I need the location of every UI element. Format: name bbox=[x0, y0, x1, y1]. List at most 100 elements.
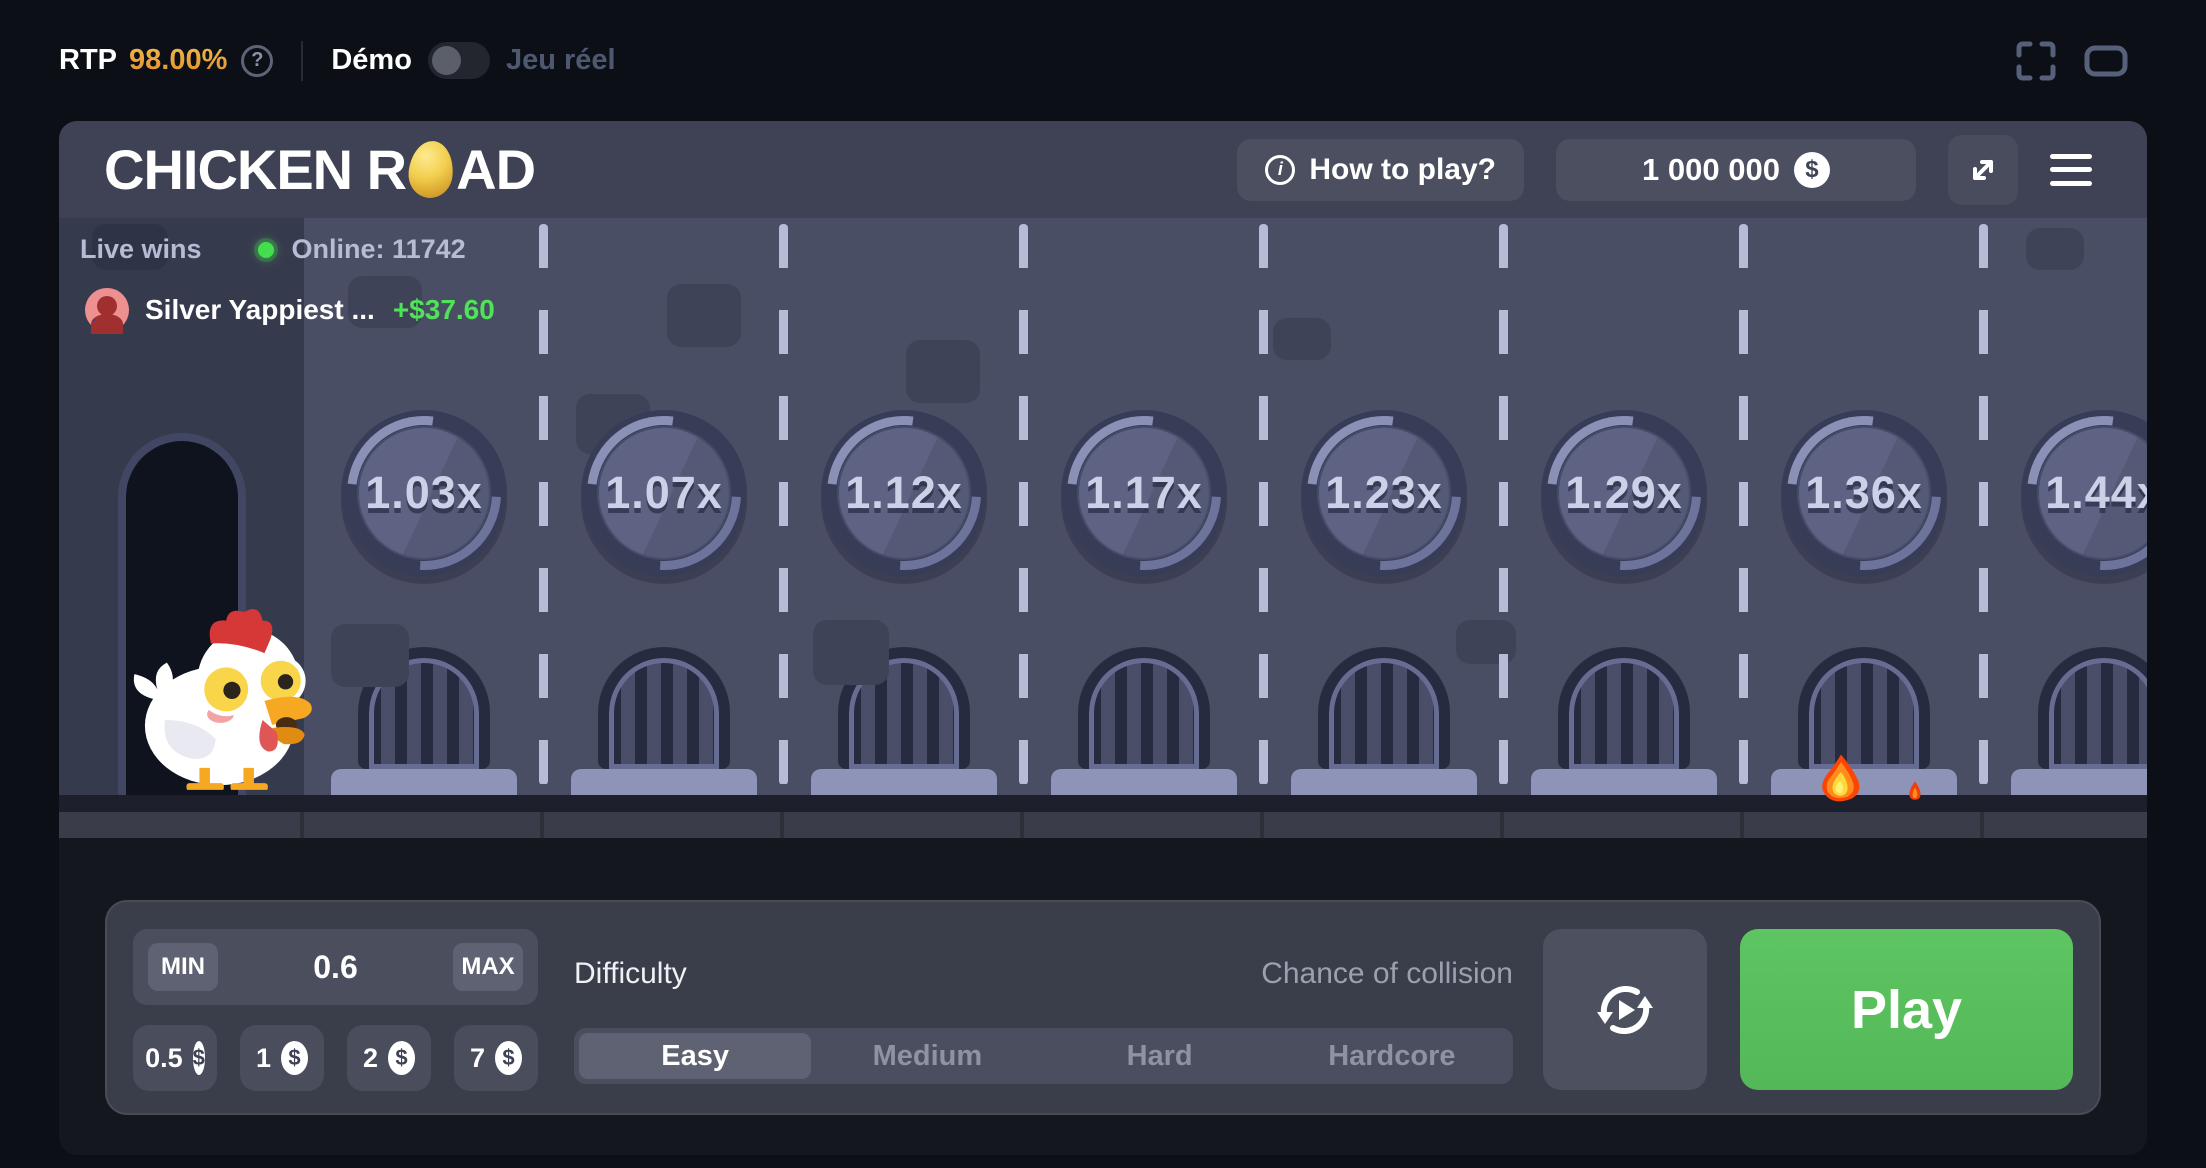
balance-display: 1 000 000 $ bbox=[1556, 139, 1916, 201]
bet-column: MIN 0.6 MAX 0.5$ 1$ 2$ 7$ bbox=[133, 929, 538, 1091]
road-patch bbox=[813, 620, 889, 685]
autoplay-button[interactable] bbox=[1543, 929, 1707, 1090]
min-bet-button[interactable]: MIN bbox=[148, 943, 218, 991]
multiplier-label: 1.29x bbox=[1565, 467, 1683, 519]
game-panel: CHICKEN R AD i How to play? 1 000 000 $ bbox=[59, 121, 2147, 1155]
quick-bet-chip[interactable]: 7$ bbox=[454, 1025, 538, 1091]
sewer-grate-icon bbox=[1078, 647, 1210, 769]
live-win-entry: Silver Yappiest ... +$37.60 bbox=[85, 288, 495, 332]
lane: 1.12x bbox=[784, 218, 1024, 795]
demo-real-toggle[interactable] bbox=[428, 42, 490, 79]
how-to-play-label: How to play? bbox=[1309, 153, 1496, 187]
multiplier-label: 1.12x bbox=[845, 467, 963, 519]
dollar-coin-icon: $ bbox=[388, 1041, 415, 1075]
bet-amount-value[interactable]: 0.6 bbox=[218, 949, 453, 986]
sewer-grate-icon bbox=[2038, 647, 2147, 769]
chip-value: 7 bbox=[470, 1043, 485, 1074]
controls-card: MIN 0.6 MAX 0.5$ 1$ 2$ 7$ Difficulty Cha… bbox=[105, 900, 2101, 1115]
top-bar: RTP 98.00% ? Démo Jeu réel bbox=[0, 0, 2206, 121]
grate-ledge bbox=[571, 769, 757, 795]
help-icon[interactable]: ? bbox=[241, 45, 273, 77]
sewer-grate-icon bbox=[1798, 647, 1930, 769]
winner-name: Silver Yappiest ... bbox=[145, 294, 375, 326]
tab-easy[interactable]: Easy bbox=[579, 1033, 811, 1079]
online-dot-icon bbox=[258, 242, 274, 258]
lane: 1.23x bbox=[1264, 218, 1504, 795]
ember-icon bbox=[1907, 780, 1923, 802]
app: RTP 98.00% ? Démo Jeu réel CHICKEN R AD i bbox=[0, 0, 2206, 1168]
multiplier-disc: 1.23x bbox=[1301, 410, 1467, 576]
collision-label: Chance of collision bbox=[1261, 957, 1513, 991]
chip-value: 0.5 bbox=[145, 1043, 183, 1074]
game-field: 1.03x 1.07x 1.12x 1.17x 1.23x bbox=[59, 218, 2147, 838]
demo-mode-label: Démo bbox=[331, 44, 412, 77]
road-patch bbox=[906, 340, 980, 403]
multiplier-disc: 1.12x bbox=[821, 410, 987, 576]
rtp-label: RTP bbox=[59, 44, 117, 77]
flame-icon bbox=[1816, 752, 1866, 804]
menu-button[interactable] bbox=[2050, 154, 2092, 186]
play-button[interactable]: Play bbox=[1740, 929, 2073, 1090]
multiplier-label: 1.44x bbox=[2045, 467, 2147, 519]
road-patch bbox=[1273, 318, 1331, 360]
golden-egg-icon bbox=[406, 139, 456, 200]
sewer-grate-icon bbox=[598, 647, 730, 769]
multiplier-disc: 1.36x bbox=[1781, 410, 1947, 576]
tab-hard[interactable]: Hard bbox=[1044, 1033, 1276, 1079]
avatar bbox=[85, 288, 129, 332]
tab-medium[interactable]: Medium bbox=[811, 1033, 1043, 1079]
balance-value: 1 000 000 bbox=[1642, 152, 1780, 188]
quick-bet-chip[interactable]: 2$ bbox=[347, 1025, 431, 1091]
tab-hardcore[interactable]: Hardcore bbox=[1276, 1033, 1508, 1079]
logo-text-right: AD bbox=[456, 137, 535, 202]
grate-ledge bbox=[331, 769, 517, 795]
live-wins-bar: Live wins Online: 11742 bbox=[80, 234, 466, 265]
chip-value: 1 bbox=[256, 1043, 271, 1074]
quick-bet-chip[interactable]: 0.5 $ bbox=[133, 1025, 217, 1091]
multiplier-disc: 1.17x bbox=[1061, 410, 1227, 576]
grate-ledge bbox=[2011, 769, 2147, 795]
grate-ledge bbox=[1531, 769, 1717, 795]
chicken-character bbox=[121, 602, 341, 796]
multiplier-disc: 1.07x bbox=[581, 410, 747, 576]
logo-text-left: CHICKEN R bbox=[104, 137, 406, 202]
game-header: CHICKEN R AD i How to play? 1 000 000 $ bbox=[59, 121, 2147, 218]
how-to-play-button[interactable]: i How to play? bbox=[1237, 139, 1524, 201]
live-wins-title: Live wins bbox=[80, 234, 202, 265]
multiplier-label: 1.23x bbox=[1325, 467, 1443, 519]
dollar-coin-icon: $ bbox=[193, 1041, 205, 1075]
online-count: Online: 11742 bbox=[292, 234, 466, 265]
road-patch bbox=[331, 624, 409, 687]
difficulty-column: Difficulty Chance of collision Easy Medi… bbox=[574, 929, 1513, 1091]
toggle-knob bbox=[432, 46, 461, 75]
road-patch bbox=[2026, 228, 2084, 270]
road-patch bbox=[667, 284, 741, 347]
sewer-grate-icon bbox=[1318, 647, 1450, 769]
divider bbox=[301, 41, 303, 81]
max-bet-button[interactable]: MAX bbox=[453, 943, 523, 991]
multiplier-label: 1.36x bbox=[1805, 467, 1923, 519]
real-mode-label[interactable]: Jeu réel bbox=[506, 44, 616, 77]
chip-value: 2 bbox=[363, 1043, 378, 1074]
difficulty-tabs: Easy Medium Hard Hardcore bbox=[574, 1028, 1513, 1084]
dollar-coin-icon: $ bbox=[1794, 152, 1830, 188]
theatre-mode-icon[interactable] bbox=[2082, 39, 2130, 83]
india-flag-icon bbox=[93, 319, 119, 336]
grate-ledge bbox=[1051, 769, 1237, 795]
lane: 1.36x bbox=[1744, 218, 1984, 795]
multiplier-disc: 1.29x bbox=[1541, 410, 1707, 576]
quick-bet-chip[interactable]: 1$ bbox=[240, 1025, 324, 1091]
expand-button[interactable] bbox=[1948, 135, 2018, 205]
sewer-grate-icon bbox=[1558, 647, 1690, 769]
dollar-coin-icon: $ bbox=[495, 1041, 522, 1075]
rtp-value: 98.00% bbox=[129, 44, 227, 77]
lane: 1.07x bbox=[544, 218, 784, 795]
info-icon: i bbox=[1265, 155, 1295, 185]
grate-ledge bbox=[811, 769, 997, 795]
expand-icon bbox=[1965, 152, 2001, 188]
difficulty-label: Difficulty bbox=[574, 957, 687, 991]
quick-bet-chips: 0.5$ 1$ 2$ 7$ bbox=[133, 1025, 538, 1091]
dollar-coin-icon: $ bbox=[281, 1041, 308, 1075]
autoplay-icon bbox=[1587, 972, 1663, 1048]
fullscreen-icon[interactable] bbox=[2014, 39, 2058, 83]
